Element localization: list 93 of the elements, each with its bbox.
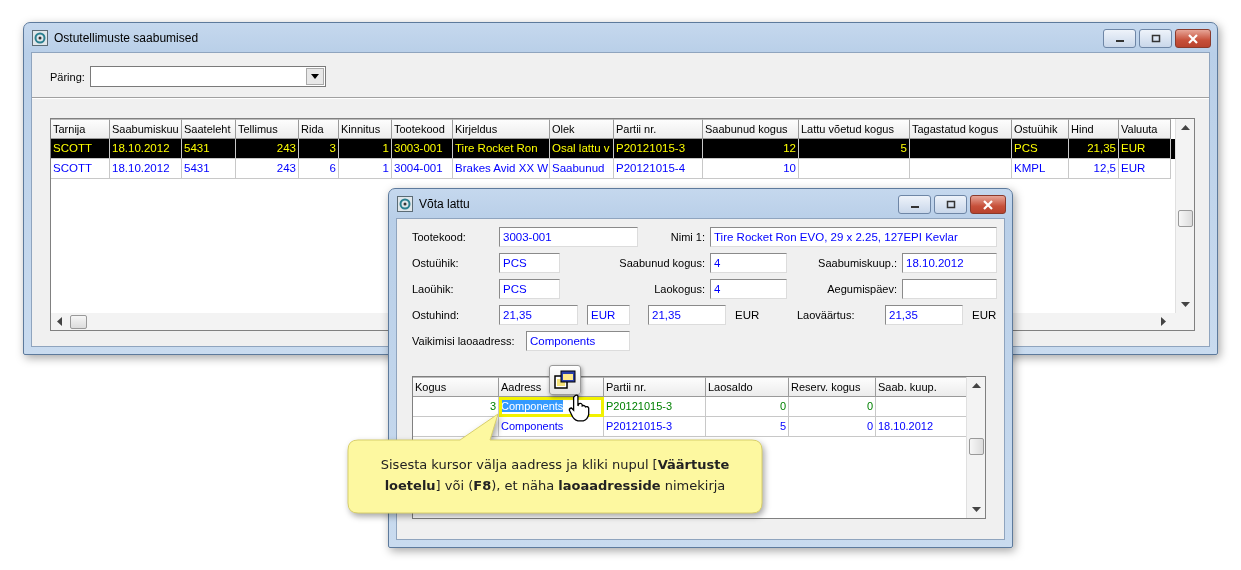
field-label: Laoühik: [412, 283, 455, 295]
scroll-thumb[interactable] [1177, 210, 1193, 227]
minimize-button[interactable] [898, 195, 931, 214]
table-cell: KMPL [1012, 159, 1069, 179]
column-header[interactable]: Kogus [413, 377, 499, 397]
table-cell: 18.10.2012 [110, 159, 182, 179]
input-field[interactable]: 3003-001 [499, 227, 638, 247]
table-cell: 5 [706, 417, 789, 437]
table-cell: 3004-001 [392, 159, 453, 179]
table-cell: 0 [789, 417, 876, 437]
table-cell: SCOTT [51, 159, 110, 179]
column-header[interactable]: Kinnitus [339, 119, 392, 139]
input-field[interactable]: Tire Rocket Ron EVO, 29 x 2.25, 127EPI Kevlar [710, 227, 997, 247]
column-header[interactable]: Tagastatud kogus [910, 119, 1012, 139]
input-field[interactable]: 21,35 [648, 305, 726, 325]
column-header[interactable]: Saabumiskuu [110, 119, 182, 139]
field-label: Laoväärtus: [797, 309, 856, 321]
input-field[interactable]: EUR [587, 305, 630, 325]
value-list-button[interactable] [549, 365, 581, 395]
column-header[interactable]: Valuuta [1119, 119, 1171, 139]
column-header[interactable]: Tootekood [392, 119, 453, 139]
close-button[interactable] [970, 195, 1006, 214]
field-label: Saabumiskuup.: [817, 257, 898, 269]
maximize-icon [944, 199, 957, 210]
column-header[interactable]: Hind [1069, 119, 1119, 139]
dialog-title: Võta lattu [419, 196, 470, 211]
window-title: Ostutellimuste saabumised [54, 30, 199, 45]
field-label: Saabunud kogus: [618, 257, 706, 269]
currency-label: EUR [734, 309, 761, 321]
input-field[interactable]: Components [526, 331, 630, 351]
table-cell: 5431 [182, 159, 236, 179]
table-cell: Saabunud [550, 159, 614, 179]
scroll-thumb[interactable] [70, 314, 87, 329]
table-cell: 6 [299, 159, 339, 179]
input-field[interactable]: 21,35 [885, 305, 963, 325]
column-header[interactable]: Reserv. kogus [789, 377, 876, 397]
table-cell: P20121015-4 [614, 159, 703, 179]
input-field[interactable] [902, 279, 997, 299]
table-cell: Components [499, 397, 604, 417]
scroll-down-arrow[interactable] [971, 507, 981, 512]
maximize-button[interactable] [1139, 29, 1172, 48]
column-header[interactable]: Ostuühik [1012, 119, 1069, 139]
close-button[interactable] [1175, 29, 1211, 48]
field-label: Ostuhind: [412, 309, 461, 321]
scroll-thumb[interactable] [968, 438, 984, 455]
column-header[interactable]: Laosaldo [706, 377, 789, 397]
input-field[interactable]: 18.10.2012 [902, 253, 997, 273]
minimize-button[interactable] [1103, 29, 1136, 48]
table-cell: Brakes Avid XX W [453, 159, 550, 179]
table-cell: 10 [703, 159, 799, 179]
column-header[interactable]: Olek [550, 119, 614, 139]
scroll-down-arrow[interactable] [1180, 302, 1190, 307]
scroll-left-arrow[interactable] [57, 317, 62, 326]
column-header[interactable]: Saabunud kogus [703, 119, 799, 139]
callout-text: Sisesta kursor välja aadress ja kliki nupul [Väärtuste loetelu] või (F8), et näha laoaadresside nimekirja [379, 456, 731, 495]
query-label: Päring: [50, 70, 85, 83]
input-field[interactable]: 21,35 [499, 305, 578, 325]
column-header[interactable]: Kirjeldus [453, 119, 550, 139]
column-header[interactable]: Lattu võetud kogus [799, 119, 910, 139]
scroll-up-arrow[interactable] [1180, 125, 1190, 130]
column-header[interactable]: Partii nr. [614, 119, 703, 139]
close-icon [1187, 33, 1199, 44]
field-label: Laokogus: [653, 283, 706, 295]
table-cell: 1 [339, 159, 392, 179]
query-dropdown[interactable] [89, 66, 326, 87]
table-cell: EUR [1119, 159, 1171, 179]
field-label: Ostuühik: [412, 257, 460, 269]
field-label: Tootekood: [412, 231, 467, 243]
field-label: Aegumispäev: [826, 283, 898, 295]
field-label: Nimi 1: [669, 231, 706, 243]
app-icon [397, 195, 413, 212]
column-header[interactable]: Rida [299, 119, 339, 139]
column-header[interactable]: Saateleht [182, 119, 236, 139]
dropdown-arrow-icon [310, 74, 319, 79]
currency-label: EUR [971, 309, 998, 321]
table-cell: 12,5 [1069, 159, 1119, 179]
column-header[interactable]: Tarnija [51, 119, 110, 139]
field-label: Vaikimisi laoaadress: [412, 335, 516, 347]
column-header[interactable]: Partii nr. [604, 377, 706, 397]
scroll-right-arrow[interactable] [1161, 317, 1166, 326]
app-icon [32, 29, 48, 46]
input-field[interactable]: PCS [499, 279, 560, 299]
column-header[interactable]: Saab. kuup. [876, 377, 966, 397]
scroll-up-arrow[interactable] [971, 383, 981, 388]
column-header[interactable]: Tellimus [236, 119, 299, 139]
input-field[interactable]: 4 [710, 279, 787, 299]
table-cell: 243 [236, 159, 299, 179]
close-icon [982, 199, 994, 210]
input-field[interactable]: 4 [710, 253, 787, 273]
input-field[interactable]: PCS [499, 253, 560, 273]
maximize-icon [1149, 33, 1162, 44]
maximize-button[interactable] [934, 195, 967, 214]
table-cell: P20121015-3 [604, 417, 706, 437]
